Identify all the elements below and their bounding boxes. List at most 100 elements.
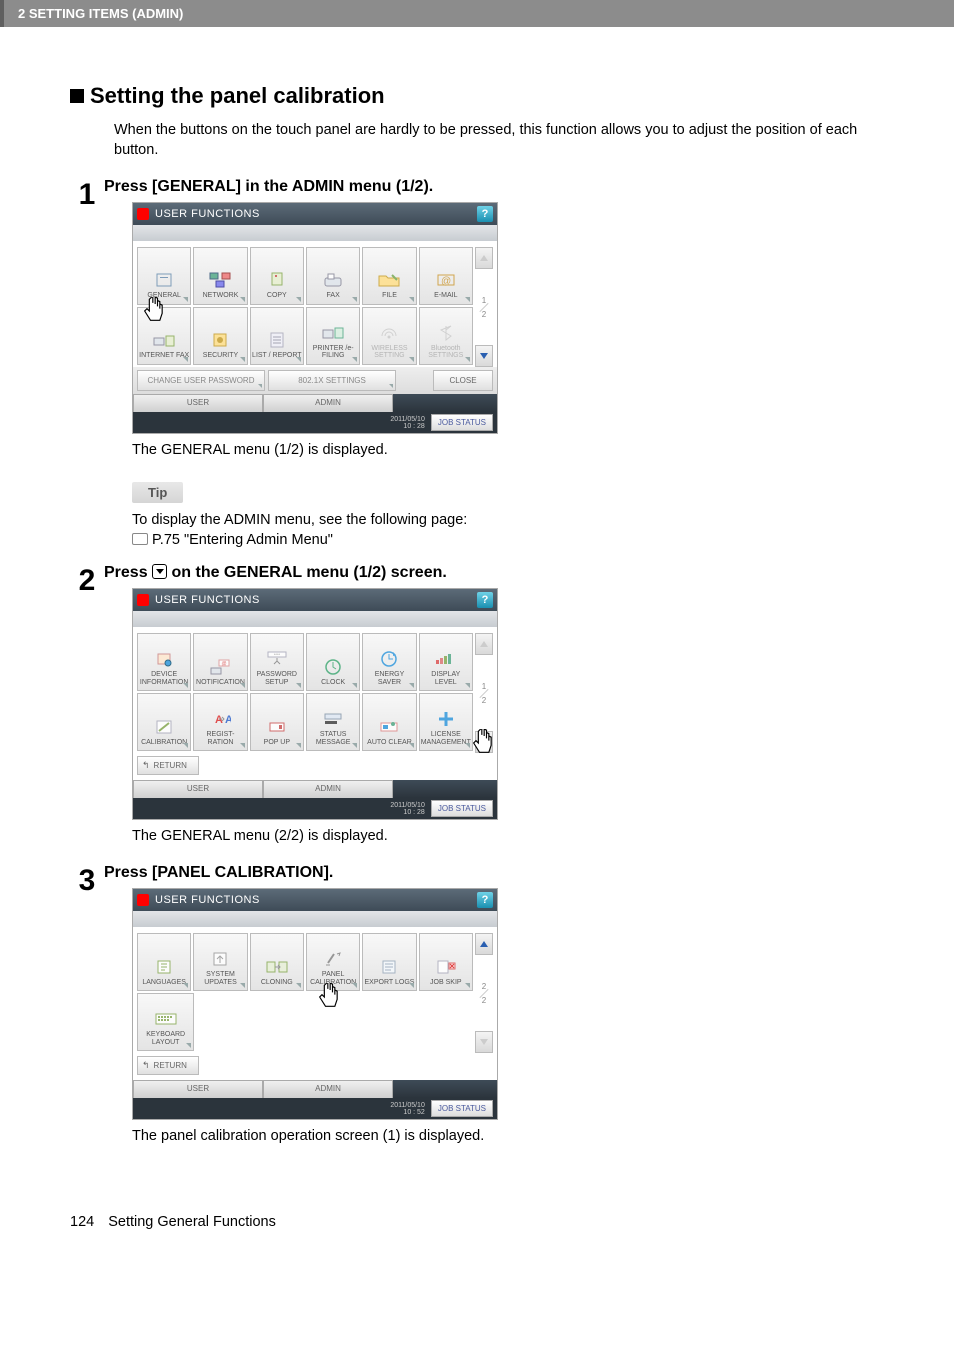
tile-auto-clear[interactable]: AUTO CLEAR: [362, 693, 416, 751]
tile-copy[interactable]: COPY: [250, 247, 304, 305]
help-icon[interactable]: ?: [477, 892, 493, 908]
close-button[interactable]: CLOSE: [433, 370, 493, 391]
tile-row-1: DEVICE INFORMATION @ NOTIFICATION ****PAS…: [137, 633, 473, 691]
tile-list-report[interactable]: LIST / REPORT: [250, 307, 304, 365]
svg-text:@: @: [441, 276, 451, 287]
job-status-button[interactable]: JOB STATUS: [431, 1100, 493, 1117]
tile-license-management[interactable]: LICENSE MANAGEMENT: [419, 693, 473, 751]
footer-section-name: Setting General Functions: [108, 1214, 276, 1230]
tile-keyboard-layout[interactable]: KEYBOARD LAYOUT: [137, 993, 194, 1051]
tip-text: To display the ADMIN menu, see the follo…: [132, 511, 884, 550]
down-arrow-icon: [152, 564, 167, 579]
tile-row-2: KEYBOARD LAYOUT: [137, 993, 473, 1051]
return-arrow-icon: ↰: [142, 760, 150, 771]
tab-admin[interactable]: ADMIN: [263, 394, 393, 412]
tile-notification[interactable]: @ NOTIFICATION: [193, 633, 247, 691]
tile-label: NOTIFICATION: [196, 679, 245, 687]
panel-subbar: [133, 225, 497, 241]
tile-system-updates[interactable]: SYSTEM UPDATES: [193, 933, 247, 991]
tab-admin[interactable]: ADMIN: [263, 780, 393, 798]
tip-line-2: P.75 "Entering Admin Menu": [152, 532, 333, 548]
return-button[interactable]: ↰RETURN: [137, 1056, 199, 1075]
tile-export-logs[interactable]: EXPORT LOGS: [362, 933, 416, 991]
svg-text:@: @: [222, 661, 227, 667]
step-3-caption: The panel calibration operation screen (…: [132, 1128, 884, 1144]
step-1: 1 Press [GENERAL] in the ADMIN menu (1/2…: [70, 178, 884, 550]
step-1-caption: The GENERAL menu (1/2) is displayed.: [132, 442, 884, 458]
page-scroller: 22: [475, 933, 493, 1053]
page-indicator: 12: [475, 271, 493, 343]
tile-general[interactable]: GENERAL: [137, 247, 191, 305]
tile-password-setup[interactable]: ****PASSWORD SETUP: [250, 633, 304, 691]
tile-email[interactable]: @E-MAIL: [419, 247, 473, 305]
panel-header: USER FUNCTIONS ?: [133, 589, 497, 611]
tile-label: INTERNET FAX: [139, 352, 189, 360]
job-status-button[interactable]: JOB STATUS: [431, 414, 493, 431]
timestamp: 2011/05/10 10 : 52: [390, 1102, 425, 1116]
page-scroller: 12: [475, 247, 493, 367]
tab-user[interactable]: USER: [133, 780, 263, 798]
tab-admin[interactable]: ADMIN: [263, 1080, 393, 1098]
tile-bluetooth-settings[interactable]: Bluetooth SETTINGS: [419, 307, 473, 365]
panel-subbar: [133, 911, 497, 927]
step-2: 2 Press on the GENERAL menu (1/2) screen…: [70, 564, 884, 858]
scroll-down-icon[interactable]: [475, 1031, 493, 1053]
tile-job-skip[interactable]: JOB SKIP: [419, 933, 473, 991]
tile-energy-saver[interactable]: ENERGY SAVER: [362, 633, 416, 691]
tile-display-level[interactable]: DISPLAY LEVEL: [419, 633, 473, 691]
page-footer: 124 Setting General Functions: [0, 1194, 954, 1250]
signal-icon: [137, 594, 149, 606]
tab-user[interactable]: USER: [133, 394, 263, 412]
8021x-settings-button[interactable]: 802.1X SETTINGS: [268, 370, 396, 391]
tile-internet-fax[interactable]: INTERNET FAX: [137, 307, 191, 365]
tile-label: AUTO CLEAR: [367, 739, 412, 747]
general-menu-panel-3: USER FUNCTIONS ? LANGUAGES SYSTEM UPDATE…: [132, 888, 498, 1120]
tile-security[interactable]: SECURITY: [193, 307, 247, 365]
scroll-up-icon[interactable]: [475, 633, 493, 655]
tile-calibration[interactable]: CALIBRATION: [137, 693, 191, 751]
tile-label: LANGUAGES: [142, 979, 186, 987]
tile-file[interactable]: FILE: [362, 247, 416, 305]
step-number: 1: [70, 178, 104, 550]
section-bullet-icon: [70, 89, 84, 103]
tile-cloning[interactable]: CLONING: [250, 933, 304, 991]
panel-header-title: USER FUNCTIONS: [155, 594, 477, 606]
job-status-button[interactable]: JOB STATUS: [431, 800, 493, 817]
tile-printer-efiling[interactable]: PRINTER /e-FILING: [306, 307, 360, 365]
tile-device-information[interactable]: DEVICE INFORMATION: [137, 633, 191, 691]
scroll-up-icon[interactable]: [475, 933, 493, 955]
tile-languages[interactable]: LANGUAGES: [137, 933, 191, 991]
tile-status-message[interactable]: STATUS MESSAGE: [306, 693, 360, 751]
tile-label: FAX: [327, 292, 340, 300]
panel-header-title: USER FUNCTIONS: [155, 208, 477, 220]
tile-label: POP UP: [264, 739, 290, 747]
tile-clock[interactable]: CLOCK: [306, 633, 360, 691]
step-2-caption: The GENERAL menu (2/2) is displayed.: [132, 828, 884, 844]
step-number: 2: [70, 564, 104, 858]
tile-wireless-setting[interactable]: WIRELESS SETTING: [362, 307, 416, 365]
step-3-heading: Press [PANEL CALIBRATION].: [104, 864, 884, 882]
scroll-up-icon[interactable]: [475, 247, 493, 269]
help-icon[interactable]: ?: [477, 206, 493, 222]
scroll-down-icon[interactable]: [475, 731, 493, 753]
panel-header: USER FUNCTIONS ?: [133, 889, 497, 911]
tile-registration[interactable]: AAREGIST-RATION: [193, 693, 247, 751]
change-user-password-button[interactable]: CHANGE USER PASSWORD: [137, 370, 265, 391]
tip-label: Tip: [132, 482, 183, 503]
tile-panel-calibration[interactable]: PANEL CALIBRATION: [306, 933, 360, 991]
tab-user[interactable]: USER: [133, 1080, 263, 1098]
tile-row-2: INTERNET FAX SECURITY LIST / REPORT PRIN…: [137, 307, 473, 365]
tip-line-1: To display the ADMIN menu, see the follo…: [132, 512, 467, 528]
page-indicator: 12: [475, 657, 493, 729]
step-1-heading: Press [GENERAL] in the ADMIN menu (1/2).: [104, 178, 884, 196]
tile-fax[interactable]: FAX: [306, 247, 360, 305]
scroll-down-icon[interactable]: [475, 345, 493, 367]
return-button[interactable]: ↰RETURN: [137, 756, 199, 775]
page-scroller: 12: [475, 633, 493, 753]
help-icon[interactable]: ?: [477, 592, 493, 608]
panel-tabs: USER ADMIN: [133, 1080, 497, 1098]
page-indicator: 22: [475, 957, 493, 1029]
step-2-heading: Press on the GENERAL menu (1/2) screen.: [104, 564, 884, 582]
tile-popup[interactable]: POP UP: [250, 693, 304, 751]
tile-network[interactable]: NETWORK: [193, 247, 247, 305]
